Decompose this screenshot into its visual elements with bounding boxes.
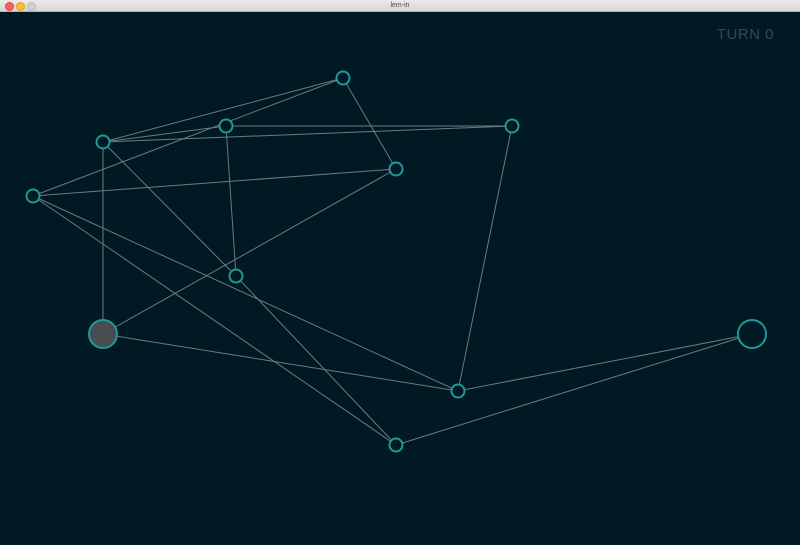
- graph-canvas[interactable]: TURN 0: [0, 12, 800, 545]
- link-r5-r10: [32, 195, 397, 446]
- link-r0-r5: [32, 77, 344, 197]
- link-r6-r10: [235, 275, 397, 446]
- room-node[interactable]: [388, 437, 404, 453]
- room-node[interactable]: [388, 161, 404, 177]
- end-room-node[interactable]: [737, 319, 767, 349]
- link-r7-r4: [102, 168, 397, 335]
- window-title: lem-in: [390, 2, 410, 9]
- room-node[interactable]: [450, 383, 466, 399]
- link-r7-r9: [102, 333, 459, 392]
- link-r9-r5: [32, 195, 459, 392]
- link-r1-r6: [225, 125, 237, 277]
- room-node[interactable]: [504, 118, 520, 134]
- turn-counter: TURN 0: [716, 26, 774, 43]
- room-node[interactable]: [228, 268, 244, 284]
- room-node[interactable]: [95, 134, 111, 150]
- link-r2-r9: [457, 125, 513, 392]
- window-titlebar: lem-in: [0, 0, 800, 12]
- link-r8-r9: [457, 333, 753, 392]
- link-r5-r4: [32, 168, 397, 197]
- room-node[interactable]: [25, 188, 41, 204]
- link-r0-r4: [342, 77, 397, 170]
- rooms-layer: [25, 70, 767, 453]
- link-r3-r6: [102, 141, 237, 277]
- room-node[interactable]: [218, 118, 234, 134]
- start-room-node[interactable]: [88, 319, 118, 349]
- links-layer: [32, 77, 753, 446]
- room-node[interactable]: [335, 70, 351, 86]
- ant-farm-graph: [25, 70, 767, 453]
